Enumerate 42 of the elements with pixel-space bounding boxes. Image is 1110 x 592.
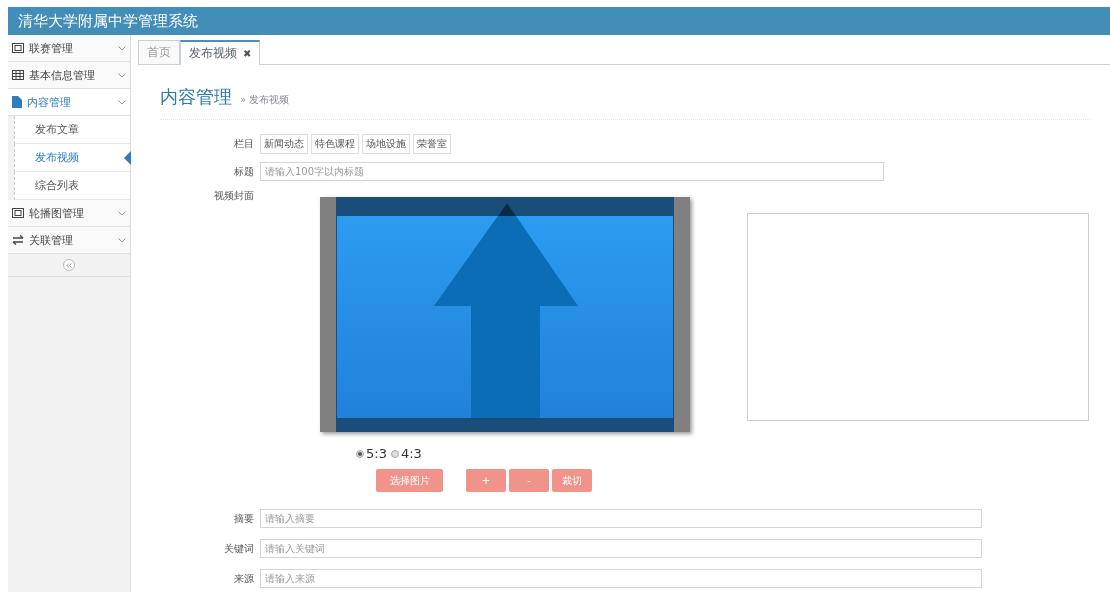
sidebar-subitem[interactable]: 发布视频 bbox=[14, 144, 130, 172]
radio-label: 5:3 bbox=[366, 446, 387, 461]
category-button[interactable]: 场地设施 bbox=[362, 134, 410, 154]
chevron-icon bbox=[118, 45, 126, 51]
radio-label: 4:3 bbox=[400, 446, 422, 461]
input-field[interactable]: 请输入来源 bbox=[260, 569, 982, 588]
category-button[interactable]: 荣誉室 bbox=[413, 134, 451, 154]
chevron-icon bbox=[118, 210, 126, 216]
field-label: 栏目 bbox=[233, 137, 255, 151]
chevron-icon bbox=[118, 237, 126, 243]
field-label: 标题 bbox=[233, 164, 255, 179]
chevron-icon bbox=[118, 72, 126, 78]
collapse-icon[interactable] bbox=[63, 259, 75, 271]
sidebar-item[interactable]: 轮播图管理 bbox=[8, 200, 130, 227]
file-icon bbox=[12, 96, 22, 108]
input-field[interactable]: 请输入关键词 bbox=[260, 539, 982, 558]
radio-button[interactable] bbox=[356, 449, 364, 458]
field-label: 视频封面 bbox=[213, 189, 255, 203]
breadcrumb: » 发布视频 bbox=[240, 93, 290, 107]
input-field[interactable]: 请输入100字以内标题 bbox=[260, 162, 884, 181]
panel-icon bbox=[12, 208, 24, 218]
panel-icon bbox=[12, 43, 24, 53]
app-title: 清华大学附属中学管理系统 bbox=[18, 11, 198, 31]
close-icon[interactable]: ✖ bbox=[243, 48, 252, 59]
sidebar-item[interactable]: 基本信息管理 bbox=[8, 62, 130, 89]
field-label: 来源 bbox=[233, 571, 255, 586]
field-label: 摘要 bbox=[233, 511, 255, 526]
sidebar-item[interactable]: 内容管理 bbox=[8, 89, 130, 116]
radio-button[interactable] bbox=[390, 449, 399, 458]
sidebar-subitem[interactable]: 发布文章 bbox=[14, 116, 130, 144]
input-field[interactable]: 请输入摘要 bbox=[260, 509, 982, 528]
sidebar-item[interactable]: 关联管理 bbox=[8, 227, 130, 254]
sidebar-item[interactable]: 联赛管理 bbox=[8, 35, 130, 62]
tab[interactable]: 发布视频 ✖ bbox=[180, 40, 261, 65]
chevron-icon bbox=[118, 99, 126, 105]
category-button[interactable]: 新闻动态 bbox=[260, 134, 308, 154]
category-button[interactable]: 特色课程 bbox=[311, 134, 359, 154]
page-title: 内容管理 bbox=[160, 85, 232, 109]
swap-icon bbox=[12, 235, 24, 245]
sidebar-subitem[interactable]: 综合列表 bbox=[14, 172, 130, 200]
field-label: 关键词 bbox=[223, 541, 255, 556]
table-icon bbox=[12, 70, 24, 80]
